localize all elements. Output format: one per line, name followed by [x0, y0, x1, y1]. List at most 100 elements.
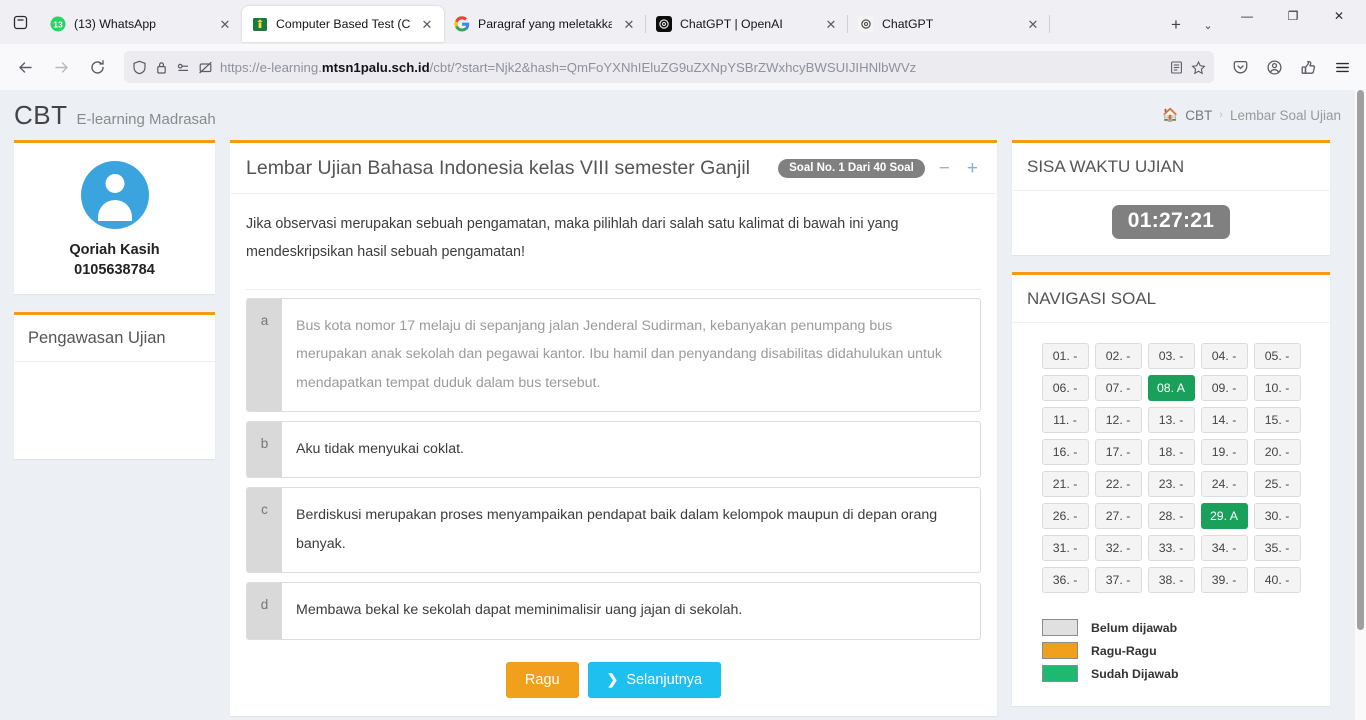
question-nav-cell-31[interactable]: 31. -: [1041, 535, 1089, 561]
question-nav-cell-34[interactable]: 34. -: [1200, 535, 1248, 561]
question-nav-cell-19[interactable]: 19. -: [1200, 439, 1248, 465]
question-nav-cell-27[interactable]: 27. -: [1094, 503, 1142, 529]
question-nav-cell-26[interactable]: 26. -: [1041, 503, 1089, 529]
question-nav-cell-38[interactable]: 38. -: [1147, 567, 1195, 593]
question-nav-cell-25[interactable]: 25. -: [1253, 471, 1301, 497]
close-icon[interactable]: ✕: [216, 15, 234, 33]
option-letter: c: [247, 488, 282, 573]
shield-icon[interactable]: [132, 60, 147, 75]
chevron-down-icon[interactable]: ⌄: [1192, 9, 1224, 41]
question-nav-cell-39[interactable]: 39. -: [1200, 567, 1248, 593]
scrollbar-thumb[interactable]: [1357, 90, 1364, 630]
answer-option-c[interactable]: c Berdiskusi merupakan proses menyampaik…: [246, 487, 981, 574]
browser-tab-whatsapp[interactable]: 13 (13) WhatsApp ✕: [40, 6, 242, 42]
permissions-icon[interactable]: [176, 60, 191, 75]
answer-option-a[interactable]: a Bus kota nomor 17 melaju di sepanjang …: [246, 297, 981, 412]
question-nav-cell-35[interactable]: 35. -: [1253, 535, 1301, 561]
mark-doubt-button[interactable]: Ragu: [505, 661, 579, 698]
close-icon[interactable]: ✕: [1024, 15, 1042, 33]
question-nav-cell-1[interactable]: 01. -: [1041, 343, 1089, 369]
next-question-button[interactable]: ❯ Selanjutnya: [587, 661, 722, 698]
tracking-protection-off-icon[interactable]: [198, 60, 213, 75]
question-nav-cell-33[interactable]: 33. -: [1147, 535, 1195, 561]
window-maximize-button[interactable]: ❐: [1270, 0, 1316, 32]
question-nav-cell-8[interactable]: 08. A: [1147, 375, 1195, 401]
page-scrollbar[interactable]: [1355, 90, 1366, 720]
question-nav-cell-40[interactable]: 40. -: [1253, 567, 1301, 593]
question-nav-cell-10[interactable]: 10. -: [1253, 375, 1301, 401]
extensions-icon[interactable]: [1292, 51, 1324, 83]
font-decrease-button[interactable]: −: [936, 159, 953, 178]
question-nav-cell-13[interactable]: 13. -: [1147, 407, 1195, 433]
question-nav-cell-2[interactable]: 02. -: [1094, 343, 1142, 369]
account-icon[interactable]: [1258, 51, 1290, 83]
question-nav-cell-18[interactable]: 18. -: [1147, 439, 1195, 465]
browser-tab-cbt[interactable]: Computer Based Test (CBT) ✕: [242, 6, 444, 42]
browser-tab-chatgpt[interactable]: ChatGPT ✕: [848, 6, 1050, 42]
question-nav-cell-32[interactable]: 32. -: [1094, 535, 1142, 561]
toolbar-right: [1224, 51, 1358, 83]
question-nav-cell-7[interactable]: 07. -: [1094, 375, 1142, 401]
reader-view-icon[interactable]: [1169, 60, 1184, 75]
question-wrapper: Jika observasi merupakan sebuah pengamat…: [230, 194, 997, 290]
close-icon[interactable]: ✕: [620, 15, 638, 33]
exam-panel: Lembar Ujian Bahasa Indonesia kelas VIII…: [230, 140, 997, 716]
question-nav-cell-3[interactable]: 03. -: [1147, 343, 1195, 369]
question-nav-cell-29[interactable]: 29. A: [1200, 503, 1248, 529]
save-to-pocket-icon[interactable]: [1224, 51, 1256, 83]
question-nav-cell-4[interactable]: 04. -: [1200, 343, 1248, 369]
question-nav-cell-9[interactable]: 09. -: [1200, 375, 1248, 401]
forward-icon[interactable]: [44, 51, 78, 83]
question-nav-cell-23[interactable]: 23. -: [1147, 471, 1195, 497]
close-icon[interactable]: ✕: [822, 15, 840, 33]
browser-tab-google-search[interactable]: Paragraf yang meletakkan ga ✕: [444, 6, 646, 42]
question-nav-cell-14[interactable]: 14. -: [1200, 407, 1248, 433]
close-icon[interactable]: ✕: [418, 15, 436, 33]
browser-chrome: 13 (13) WhatsApp ✕ Computer Based Test (…: [0, 0, 1366, 90]
url-text[interactable]: https://e-learning.mtsn1palu.sch.id/cbt/…: [220, 60, 1162, 75]
page-content: CBT E-learning Madrasah 🏠 CBT › Lembar S…: [0, 90, 1355, 720]
new-tab-button[interactable]: +: [1160, 9, 1192, 41]
legend-swatch: [1042, 619, 1078, 636]
app-header: CBT E-learning Madrasah 🏠 CBT › Lembar S…: [0, 90, 1355, 140]
browser-tab-chatgpt-openai[interactable]: ChatGPT | OpenAI ✕: [646, 6, 848, 42]
question-nav-cell-36[interactable]: 36. -: [1041, 567, 1089, 593]
font-increase-button[interactable]: +: [964, 159, 981, 178]
list-all-tabs-icon[interactable]: [0, 2, 40, 42]
whatsapp-icon: 13: [50, 16, 66, 32]
question-nav-cell-30[interactable]: 30. -: [1253, 503, 1301, 529]
breadcrumb-root-link[interactable]: CBT: [1185, 108, 1212, 123]
brand-subtitle: E-learning Madrasah: [76, 110, 216, 128]
question-nav-cell-28[interactable]: 28. -: [1147, 503, 1195, 529]
lock-icon[interactable]: [154, 60, 169, 75]
legend-label: Sudah Dijawab: [1091, 666, 1179, 681]
question-nav-cell-12[interactable]: 12. -: [1094, 407, 1142, 433]
question-nav-cell-37[interactable]: 37. -: [1094, 567, 1142, 593]
question-navigation-panel: NAVIGASI SOAL 01. -02. -03. -04. -05. -0…: [1012, 272, 1330, 706]
window-close-button[interactable]: ✕: [1316, 0, 1362, 32]
back-icon[interactable]: [8, 51, 42, 83]
answer-option-b[interactable]: b Aku tidak menyukai coklat.: [246, 420, 981, 479]
question-nav-cell-21[interactable]: 21. -: [1041, 471, 1089, 497]
question-nav-cell-17[interactable]: 17. -: [1094, 439, 1142, 465]
question-nav-cell-6[interactable]: 06. -: [1041, 375, 1089, 401]
question-nav-cell-16[interactable]: 16. -: [1041, 439, 1089, 465]
question-nav-cell-15[interactable]: 15. -: [1253, 407, 1301, 433]
window-minimize-button[interactable]: —: [1224, 0, 1270, 32]
question-nav-cell-20[interactable]: 20. -: [1253, 439, 1301, 465]
question-nav-cell-5[interactable]: 05. -: [1253, 343, 1301, 369]
bookmark-star-icon[interactable]: [1191, 60, 1206, 75]
question-nav-cell-24[interactable]: 24. -: [1200, 471, 1248, 497]
answer-option-d[interactable]: d Membawa bekal ke sekolah dapat meminim…: [246, 582, 981, 640]
app-menu-icon[interactable]: [1326, 51, 1358, 83]
app-brand: CBT E-learning Madrasah: [14, 100, 216, 131]
legend-row-1: Belum dijawab: [1042, 619, 1330, 636]
tab-title: ChatGPT | OpenAI: [680, 17, 783, 31]
address-bar[interactable]: https://e-learning.mtsn1palu.sch.id/cbt/…: [124, 51, 1214, 83]
question-nav-cell-22[interactable]: 22. -: [1094, 471, 1142, 497]
google-icon: [454, 16, 470, 32]
reload-icon[interactable]: [80, 51, 114, 83]
proctoring-panel-title: Pengawasan Ujian: [14, 315, 215, 363]
question-nav-cell-11[interactable]: 11. -: [1041, 407, 1089, 433]
user-name: Qoriah Kasih: [69, 242, 160, 258]
